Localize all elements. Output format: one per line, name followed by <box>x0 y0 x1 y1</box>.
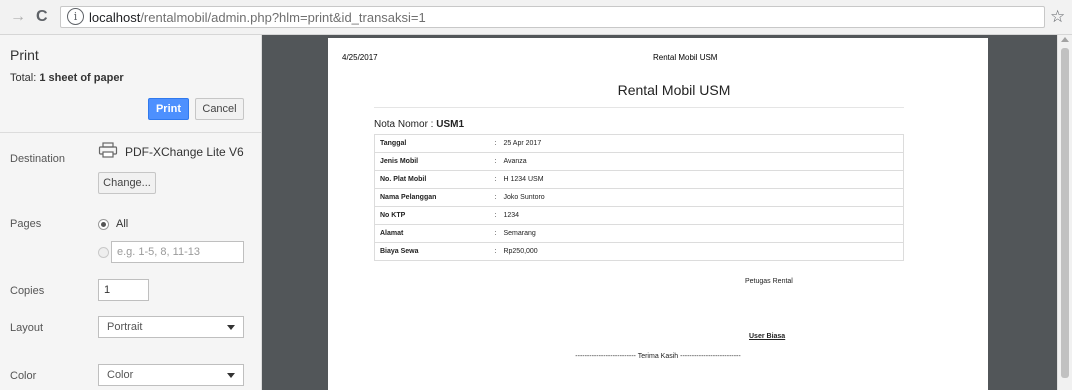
print-settings-panel: Print Total: 1 sheet of paper Print Canc… <box>0 35 262 390</box>
chevron-down-icon <box>227 373 235 378</box>
table-row: No KTP:1234 <box>374 206 904 225</box>
transaction-table: Tanggal:25 Apr 2017 Jenis Mobil: Avanza N… <box>374 134 904 261</box>
url-host: localhost <box>89 10 141 25</box>
table-row: Alamat: Semarang <box>374 224 904 243</box>
table-row: Biaya Sewa: Rp250,000 <box>374 242 904 261</box>
bookmark-star-icon[interactable]: ☆ <box>1050 7 1065 27</box>
row-value-text: Semarang <box>503 230 536 237</box>
sheet-total: Total: 1 sheet of paper <box>10 72 124 84</box>
nota-value: USM1 <box>436 119 465 130</box>
row-value: :H 1234 USM <box>489 170 904 189</box>
officer-label: Petugas Rental <box>745 278 793 285</box>
address-bar[interactable]: i localhost/rentalmobil/admin.php?hlm=pr… <box>60 6 1045 28</box>
row-value-text: Avanza <box>503 158 527 165</box>
print-title: Print <box>10 47 39 63</box>
pages-custom-radio[interactable] <box>98 247 109 258</box>
table-row: Jenis Mobil: Avanza <box>374 152 904 171</box>
info-icon[interactable]: i <box>67 8 84 25</box>
thank-you-note: -------------------------- Terima Kasih … <box>575 353 741 360</box>
printer-icon <box>98 142 118 158</box>
color-select[interactable]: Color <box>98 364 244 386</box>
scrollbar-thumb[interactable] <box>1061 48 1069 378</box>
url-path: /rentalmobil/admin.php?hlm=print&id_tran… <box>140 10 426 25</box>
print-button[interactable]: Print <box>148 98 189 120</box>
row-value-text: Joko Suntoro <box>503 194 545 201</box>
row-value: : Joko Suntoro <box>489 188 904 207</box>
row-value-text: H 1234 USM <box>503 176 544 183</box>
nota-number: Nota Nomor : USM1 <box>374 119 464 130</box>
color-value: Color <box>107 369 134 381</box>
row-key: Alamat <box>374 224 490 243</box>
cancel-button[interactable]: Cancel <box>195 98 244 120</box>
pages-range-input[interactable]: e.g. 1-5, 8, 11-13 <box>111 241 244 263</box>
preview-scrollbar[interactable] <box>1057 35 1072 390</box>
destination-name: PDF-XChange Lite V6 <box>125 145 244 159</box>
page-header-date: 4/25/2017 <box>342 53 378 62</box>
table-row: Tanggal:25 Apr 2017 <box>374 134 904 153</box>
preview-page: 4/25/2017 Rental Mobil USM Rental Mobil … <box>328 38 988 390</box>
row-value: : Avanza <box>489 152 904 171</box>
table-row: Nama Pelanggan: Joko Suntoro <box>374 188 904 207</box>
pages-all-radio[interactable] <box>98 219 109 230</box>
table-row: No. Plat Mobil: H 1234 USM <box>374 170 904 189</box>
row-value-text: 25 Apr 2017 <box>503 140 542 147</box>
row-key: No KTP <box>374 206 490 225</box>
sheet-total-value: 1 sheet of paper <box>39 72 124 84</box>
page-header-title: Rental Mobil USM <box>653 53 718 62</box>
chevron-down-icon <box>227 325 235 330</box>
row-key: No. Plat Mobil <box>374 170 490 189</box>
scroll-up-icon[interactable] <box>1061 37 1069 42</box>
layout-value: Portrait <box>107 321 143 333</box>
row-value: :25 Apr 2017 <box>489 134 904 153</box>
document-title: Rental Mobil USM <box>617 82 731 98</box>
url-text: localhost/rentalmobil/admin.php?hlm=prin… <box>89 10 426 25</box>
browser-toolbar: → C i localhost/rentalmobil/admin.php?hl… <box>0 0 1072 35</box>
destination-label: Destination <box>10 153 66 165</box>
nota-label: Nota Nomor : <box>374 119 437 130</box>
row-value-text: 1234 <box>503 212 520 219</box>
copies-input[interactable]: 1 <box>98 279 149 301</box>
forward-arrow-icon[interactable]: → <box>10 8 26 26</box>
change-destination-button[interactable]: Change... <box>98 172 156 194</box>
pages-label: Pages <box>10 218 42 230</box>
row-value: : Semarang <box>489 224 904 243</box>
sheet-total-label: Total: <box>10 72 40 84</box>
pages-all-label: All <box>116 218 129 230</box>
divider <box>0 132 261 133</box>
row-key: Jenis Mobil <box>374 152 490 171</box>
row-key: Biaya Sewa <box>374 242 490 261</box>
layout-select[interactable]: Portrait <box>98 316 244 338</box>
layout-label: Layout <box>10 322 44 334</box>
reload-icon[interactable]: C <box>36 8 48 26</box>
row-value: : Rp250,000 <box>489 242 904 261</box>
row-key: Nama Pelanggan <box>374 188 490 207</box>
divider <box>374 107 904 108</box>
row-value-text: Rp250,000 <box>503 248 538 255</box>
color-label: Color <box>10 370 37 382</box>
row-key: Tanggal <box>374 134 490 153</box>
copies-label: Copies <box>10 285 45 297</box>
row-value: :1234 <box>489 206 904 225</box>
officer-name: User Biasa <box>749 333 786 340</box>
